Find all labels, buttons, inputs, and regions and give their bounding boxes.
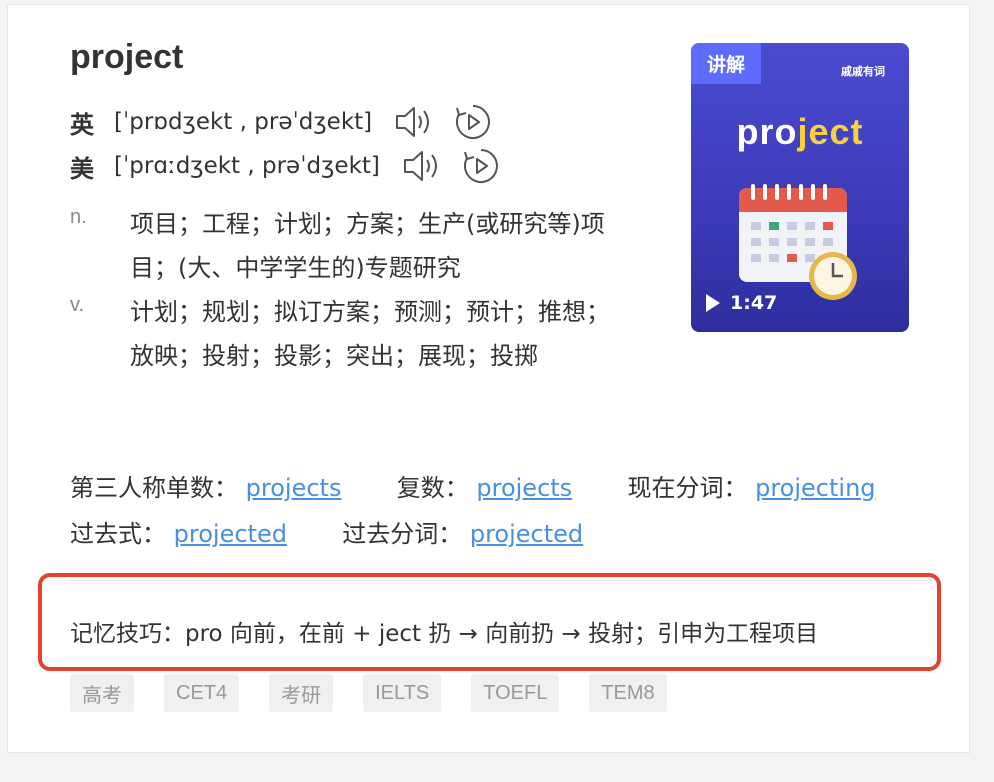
definition-text: 计划；规划；拟订方案；预测；预计；推想；放映；投射；投影；突出；展现；投掷	[130, 298, 610, 370]
past-participle-link[interactable]: projected	[470, 520, 583, 548]
replay-icon[interactable]	[462, 147, 500, 185]
tag[interactable]: TEM8	[589, 674, 667, 712]
pron-label-uk: 英	[70, 110, 94, 139]
pronunciation-uk: 英 [ˈprɒdʒekt , prəˈdʒekt]	[70, 102, 492, 142]
video-badge: 讲解	[691, 43, 761, 84]
tag[interactable]: TOEFL	[471, 674, 560, 712]
exam-tags: 高考 CET4 考研 IELTS TOEFL TEM8	[70, 674, 697, 712]
explanation-video-thumbnail[interactable]: 讲解 戚戚有词 project 1:47	[691, 43, 909, 332]
mnemonic-text: 记忆技巧：pro 向前，在前 + ject 扔 → 向前扔 → 投射；引申为工程…	[70, 621, 819, 647]
ipa-us: [ˈprɑːdʒekt , prəˈdʒekt]	[114, 153, 380, 179]
third-person-link[interactable]: projects	[246, 474, 342, 502]
pos-label: v.	[70, 294, 85, 316]
third-person-label: 第三人称单数：	[70, 474, 238, 502]
pron-label-us: 美	[70, 154, 94, 183]
plural-label: 复数：	[396, 474, 469, 502]
pos-label: n.	[70, 206, 87, 228]
tag[interactable]: IELTS	[363, 674, 442, 712]
past-label: 过去式：	[70, 520, 166, 548]
tag[interactable]: 高考	[70, 674, 134, 712]
video-word: project	[736, 111, 864, 152]
tag[interactable]: 考研	[269, 674, 334, 712]
past-participle-label: 过去分词：	[342, 520, 463, 548]
word-forms-row-2: 过去式： projected 过去分词： projected	[70, 514, 583, 549]
speaker-icon[interactable]	[394, 104, 434, 140]
video-duration: 1:47	[730, 292, 778, 314]
word-forms-row-1: 第三人称单数： projects 复数： projects 现在分词： proj…	[70, 468, 876, 503]
plural-link[interactable]: projects	[476, 474, 572, 502]
play-icon	[706, 294, 720, 312]
ipa-uk: [ˈprɒdʒekt , prəˈdʒekt]	[114, 109, 373, 135]
pronunciation-us: 美 [ˈprɑːdʒekt , prəˈdʒekt]	[70, 146, 500, 186]
replay-icon[interactable]	[454, 103, 492, 141]
play-duration[interactable]: 1:47	[706, 292, 777, 314]
past-link[interactable]: projected	[174, 520, 287, 548]
headword: project	[70, 38, 184, 76]
present-participle-label: 现在分词：	[627, 474, 748, 502]
present-participle-link[interactable]: projecting	[755, 474, 875, 502]
calendar-icon	[739, 184, 857, 300]
speaker-icon[interactable]	[402, 148, 442, 184]
tag[interactable]: CET4	[164, 674, 240, 712]
definition-text: 项目；工程；计划；方案；生产(或研究等)项目；(大、中学学生的)专题研究	[130, 210, 605, 282]
brand-logo: 戚戚有词	[841, 65, 885, 78]
